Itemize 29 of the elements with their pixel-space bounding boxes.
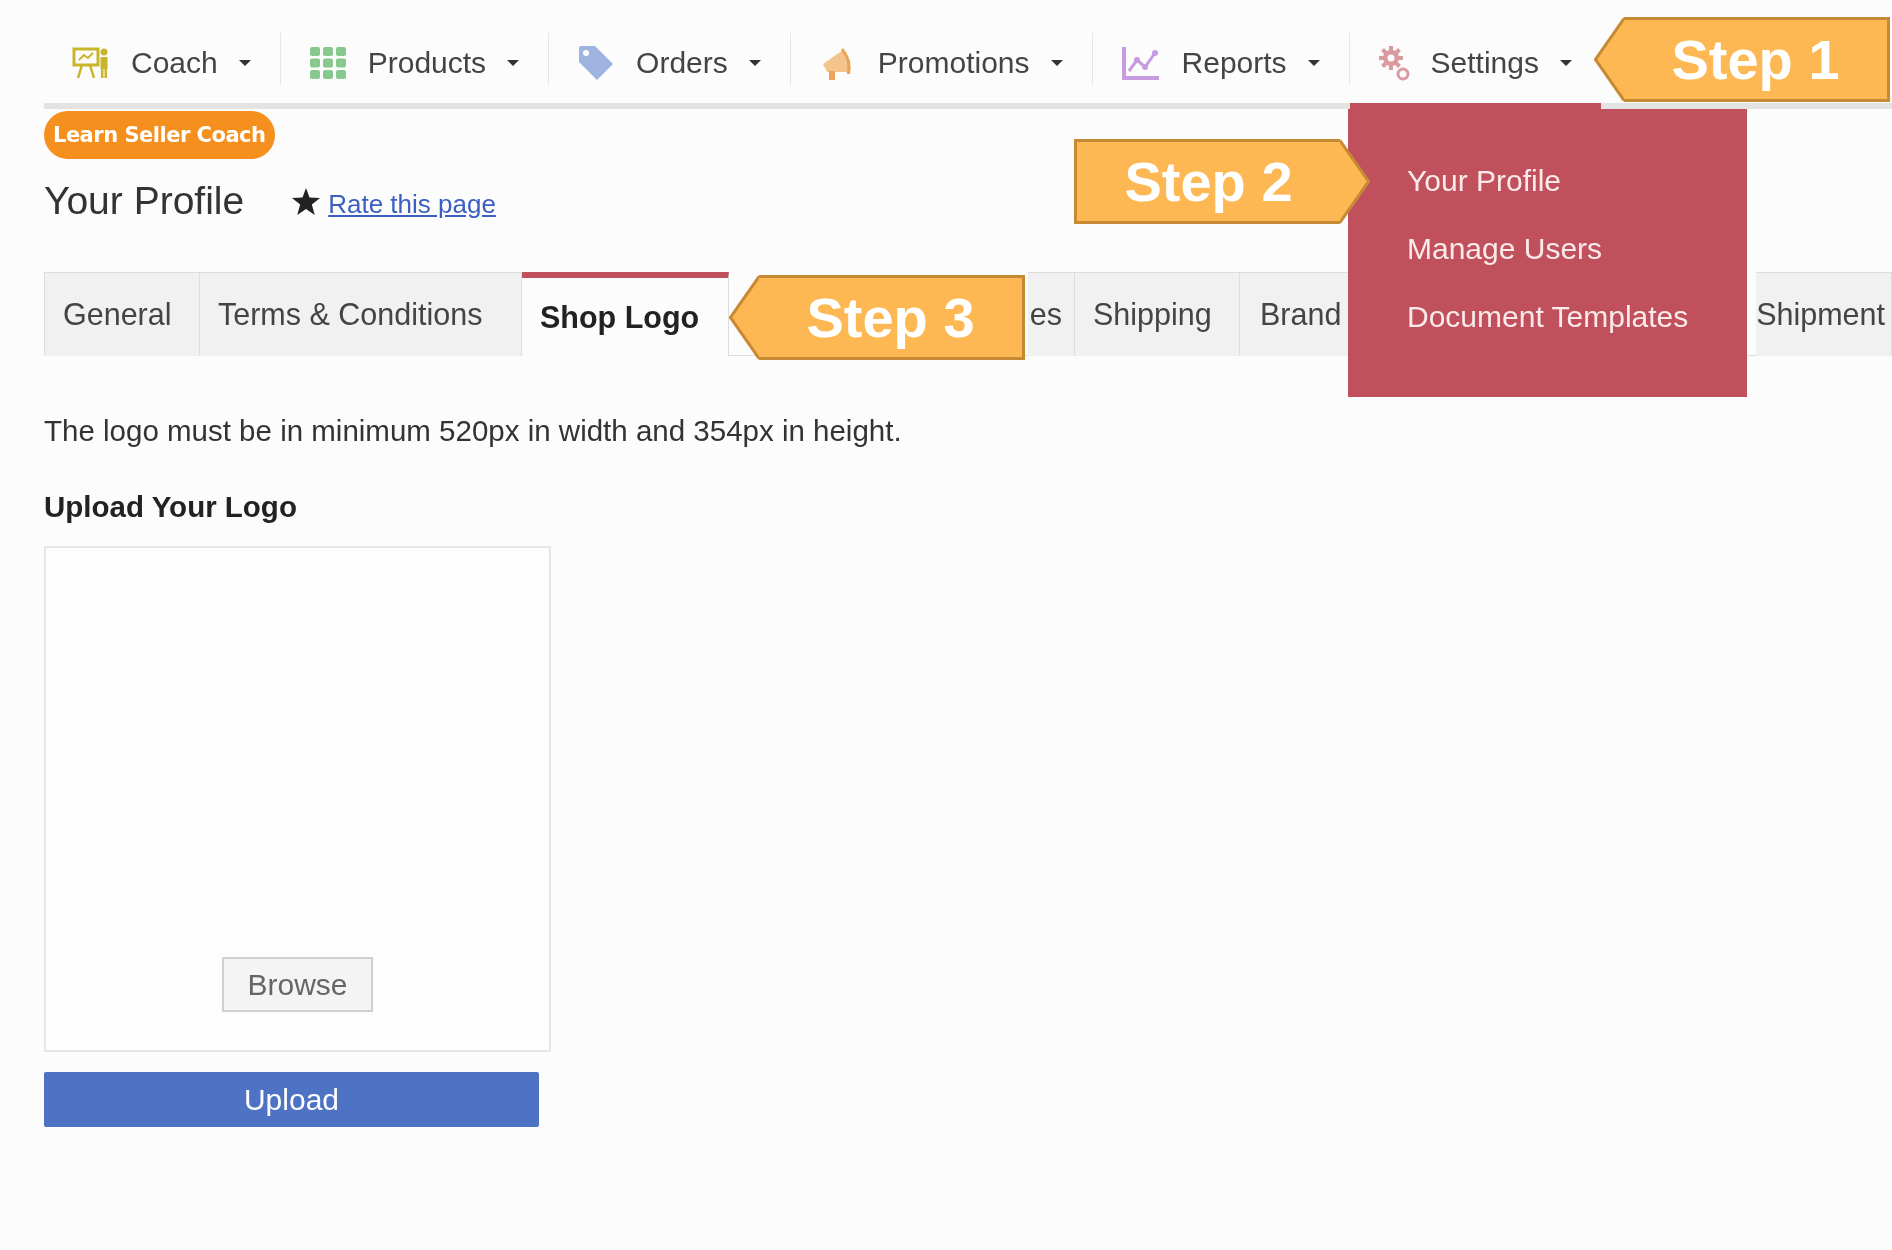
grid-icon [308, 46, 347, 80]
page-title: Your Profile [44, 179, 245, 223]
caret-icon [1560, 60, 1572, 66]
caret-icon [238, 60, 251, 66]
tab[interactable]: General [44, 272, 200, 356]
caret-icon [507, 60, 520, 66]
tab[interactable]: es [1028, 272, 1075, 356]
logo-drop-area[interactable]: Browse [44, 546, 551, 1052]
dropdown-menu-item[interactable]: Document Templates [1407, 297, 1689, 337]
line-chart-icon [1120, 45, 1161, 81]
upload-heading: Upload Your Logo [44, 490, 298, 524]
upload-button[interactable]: Upload [44, 1072, 539, 1127]
caret-icon [1050, 60, 1063, 66]
tab[interactable]: Shipping [1075, 272, 1240, 356]
browse-button[interactable]: Browse [222, 957, 373, 1012]
tag-icon [577, 44, 616, 82]
rate-page-link[interactable]: Rate this page [328, 188, 496, 220]
tab[interactable]: Terms & Conditions [200, 272, 522, 356]
gear-icon [1377, 45, 1410, 81]
dropdown-menu-item[interactable]: Manage Users [1407, 229, 1603, 269]
tab[interactable]: Shipment [1756, 272, 1892, 356]
caret-icon [748, 60, 761, 66]
dropdown-menu-item[interactable]: Your Profile [1407, 161, 1561, 201]
star-icon [292, 187, 321, 215]
presentation-icon [72, 46, 110, 80]
logo-size-note: The logo must be in minimum 520px in width and 354px in height. [44, 414, 903, 448]
caret-icon [1307, 60, 1320, 66]
tab[interactable]: Brand [1240, 272, 1348, 356]
tab[interactable]: Shop Logo [522, 272, 729, 356]
